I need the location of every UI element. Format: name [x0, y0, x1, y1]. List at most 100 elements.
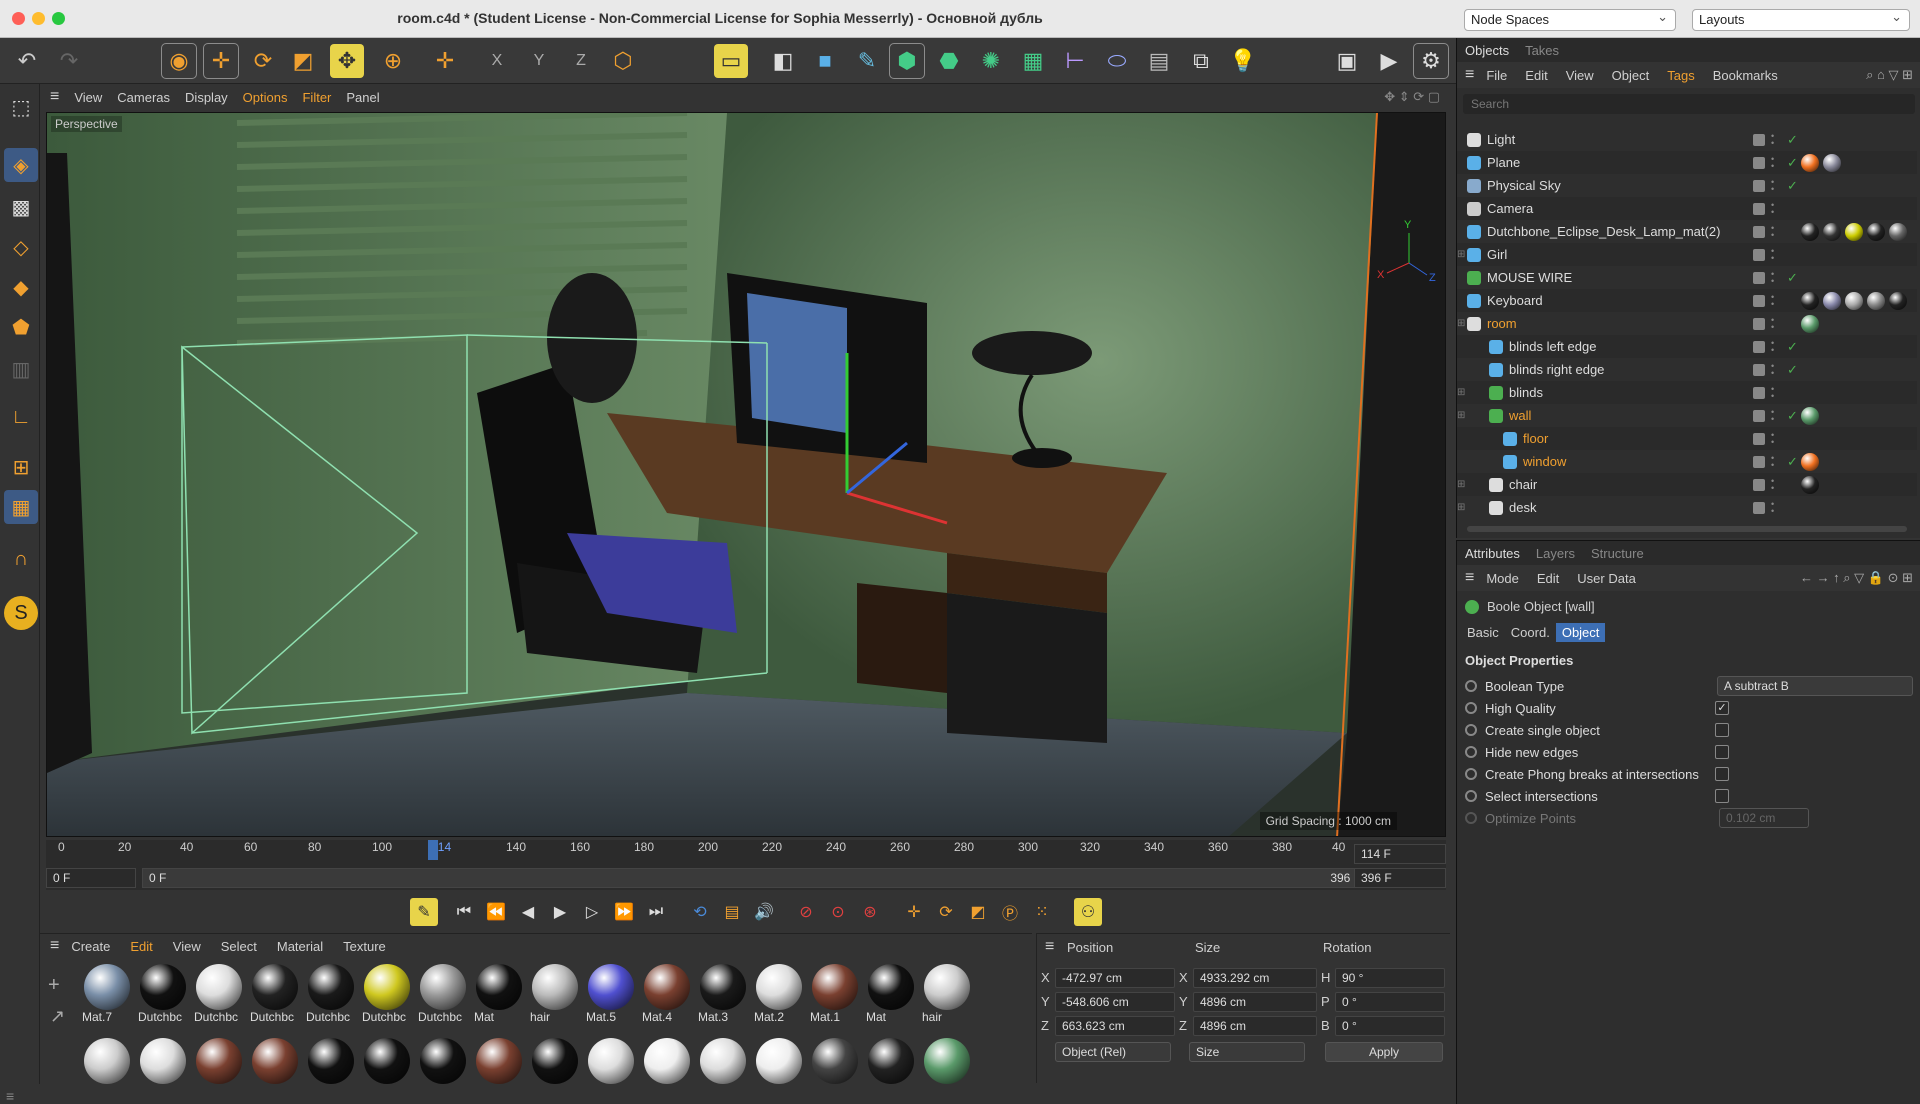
attribute-checkbox[interactable]: [1715, 789, 1729, 803]
points-mode-icon[interactable]: ◇: [4, 230, 38, 264]
material-swatch[interactable]: Dutchbc: [194, 964, 244, 1026]
material-swatch[interactable]: hair: [922, 964, 972, 1026]
object-name[interactable]: MOUSE WIRE: [1487, 270, 1572, 285]
object-name[interactable]: blinds left edge: [1509, 339, 1596, 354]
tree-expander-icon[interactable]: ⊞: [1457, 479, 1489, 490]
viewport-menu-options[interactable]: Options: [243, 90, 288, 105]
object-row[interactable]: ⊞ room • •: [1457, 312, 1917, 335]
attribute-checkbox[interactable]: [1715, 745, 1729, 759]
material-swatch[interactable]: Dutchbc: [362, 964, 412, 1026]
material-swatch[interactable]: [250, 1038, 300, 1084]
object-row[interactable]: ⊞ wall • • ✓: [1457, 404, 1917, 427]
object-menu-tags[interactable]: Tags: [1667, 68, 1694, 83]
material-swatch[interactable]: Mat.3: [698, 964, 748, 1026]
enabled-check-icon[interactable]: ✓: [1787, 155, 1798, 171]
viewport-menu-filter[interactable]: Filter: [302, 90, 331, 105]
material-tag-icon[interactable]: [1801, 314, 1819, 333]
film-icon[interactable]: ▤: [718, 898, 746, 926]
layer-toggle-icon[interactable]: [1753, 501, 1765, 514]
end-frame-field[interactable]: 396 F: [1354, 868, 1446, 888]
material-swatch[interactable]: [82, 1038, 132, 1084]
rotation-h-field[interactable]: 90 °: [1335, 968, 1445, 988]
material-tag-icon[interactable]: [1867, 291, 1885, 310]
viewport-nav-icons[interactable]: ✥ ⇕ ⟳ ▢: [1384, 89, 1440, 105]
enabled-check-icon[interactable]: ✓: [1787, 408, 1798, 424]
object-name[interactable]: Keyboard: [1487, 293, 1543, 308]
object-menu-file[interactable]: File: [1486, 68, 1507, 83]
snap-icon[interactable]: ▭: [714, 44, 748, 78]
optimize-points-field[interactable]: 0.102 cm: [1719, 808, 1809, 828]
layer-toggle-icon[interactable]: [1753, 156, 1765, 169]
world-axis-icon[interactable]: ✛: [428, 44, 462, 78]
material-swatch[interactable]: [754, 1038, 804, 1084]
tab-attributes[interactable]: Attributes: [1457, 546, 1528, 561]
material-swatch[interactable]: [474, 1038, 524, 1084]
field-icon[interactable]: ⬭: [1100, 44, 1134, 78]
tab-objects[interactable]: Objects: [1457, 43, 1517, 58]
key-position-icon[interactable]: ✛: [900, 898, 928, 926]
tab-layers[interactable]: Layers: [1528, 546, 1583, 561]
texture-mode-icon[interactable]: ▩: [4, 190, 38, 224]
animate-param-icon[interactable]: [1465, 680, 1477, 692]
enabled-check-icon[interactable]: ✓: [1787, 454, 1798, 470]
transform-tool-icon[interactable]: ⊕: [376, 44, 410, 78]
attribute-menu-edit[interactable]: Edit: [1537, 571, 1559, 586]
object-row[interactable]: window • • ✓: [1457, 450, 1917, 473]
subtab-object[interactable]: Object: [1555, 623, 1606, 642]
material-swatch[interactable]: [194, 1038, 244, 1084]
object-name[interactable]: Dutchbone_Eclipse_Desk_Lamp_mat(2): [1487, 224, 1720, 239]
plugin-icon[interactable]: S: [4, 596, 38, 630]
animate-param-icon[interactable]: [1465, 768, 1477, 780]
material-menu-material[interactable]: Material: [277, 939, 323, 954]
material-swatch[interactable]: Mat: [866, 964, 916, 1026]
material-tag-icon[interactable]: [1867, 222, 1885, 241]
start-frame-field[interactable]: 0 F: [46, 868, 136, 888]
object-name[interactable]: Light: [1487, 132, 1515, 147]
object-row[interactable]: Keyboard • •: [1457, 289, 1917, 312]
tab-takes[interactable]: Takes: [1517, 43, 1567, 58]
layer-toggle-icon[interactable]: [1753, 455, 1765, 468]
material-tag-icon[interactable]: [1889, 291, 1907, 310]
object-name[interactable]: room: [1487, 316, 1517, 331]
object-menu-edit[interactable]: Edit: [1525, 68, 1547, 83]
material-swatch[interactable]: [866, 1038, 916, 1084]
material-swatch[interactable]: Mat.2: [754, 964, 804, 1026]
tab-structure[interactable]: Structure: [1583, 546, 1652, 561]
enabled-check-icon[interactable]: ✓: [1787, 270, 1798, 286]
cloner-icon[interactable]: ✺: [974, 44, 1008, 78]
make-editable-icon[interactable]: ⬚: [4, 90, 38, 124]
add-material-icon[interactable]: +: [48, 974, 60, 997]
object-name[interactable]: window: [1523, 454, 1566, 469]
object-search-input[interactable]: Search: [1463, 94, 1915, 114]
floor-icon[interactable]: ▤: [1142, 44, 1176, 78]
animate-param-icon[interactable]: [1465, 746, 1477, 758]
undo-icon[interactable]: ↶: [10, 44, 44, 78]
material-swatch[interactable]: hair: [530, 964, 580, 1026]
playhead[interactable]: [428, 840, 438, 860]
visibility-dots-icon[interactable]: • •: [1771, 407, 1774, 423]
material-menu-select[interactable]: Select: [221, 939, 257, 954]
material-menu-create[interactable]: Create: [71, 939, 110, 954]
object-row[interactable]: Light • • ✓: [1457, 128, 1917, 151]
material-swatch[interactable]: Dutchbc: [138, 964, 188, 1026]
visibility-dots-icon[interactable]: • •: [1771, 154, 1774, 170]
material-menu-edit[interactable]: Edit: [130, 939, 152, 954]
material-tag-icon[interactable]: [1823, 291, 1841, 310]
object-menu-object[interactable]: Object: [1612, 68, 1650, 83]
pen-icon[interactable]: ✎: [850, 44, 884, 78]
attribute-checkbox[interactable]: [1715, 723, 1729, 737]
render-view-icon[interactable]: ▣: [1330, 44, 1364, 78]
attribute-checkbox[interactable]: [1715, 767, 1729, 781]
position-y-field[interactable]: -548.606 cm: [1055, 992, 1175, 1012]
model-mode-icon[interactable]: ◧: [766, 44, 800, 78]
layer-toggle-icon[interactable]: [1753, 386, 1765, 399]
object-row[interactable]: floor • •: [1457, 427, 1917, 450]
visibility-dots-icon[interactable]: • •: [1771, 361, 1774, 377]
material-tag-icon[interactable]: [1801, 452, 1819, 471]
frame-range-slider[interactable]: 0 F 396 F: [142, 868, 1382, 888]
snapping-icon[interactable]: ⊞: [4, 450, 38, 484]
visibility-dots-icon[interactable]: • •: [1771, 476, 1774, 492]
material-swatch[interactable]: Mat.5: [586, 964, 636, 1026]
visibility-dots-icon[interactable]: • •: [1771, 131, 1774, 147]
enabled-check-icon[interactable]: ✓: [1787, 132, 1798, 148]
